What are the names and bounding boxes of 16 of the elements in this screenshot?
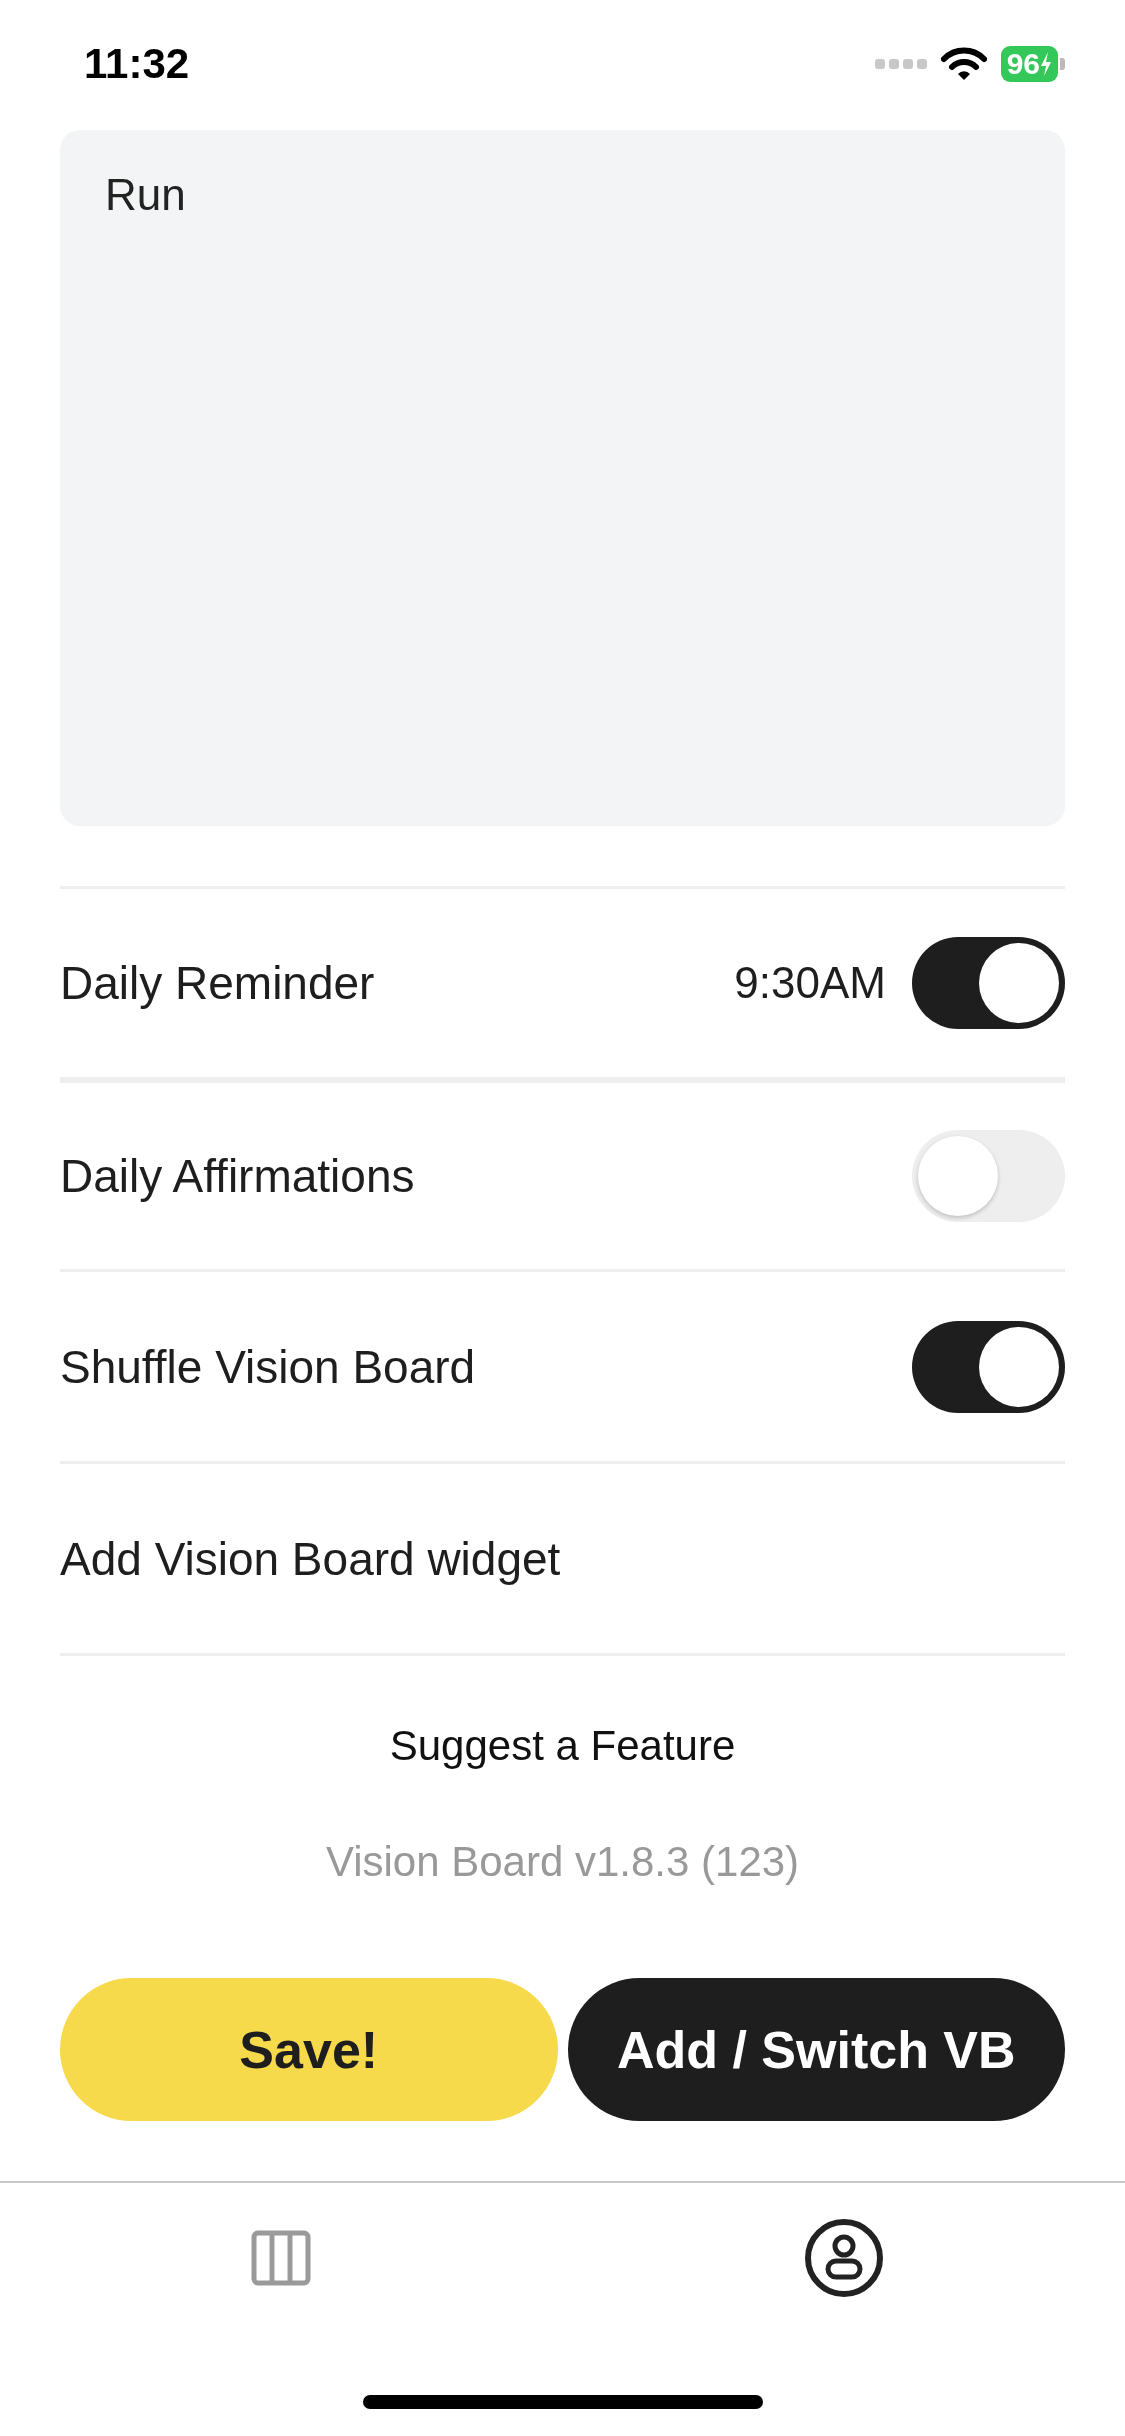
setting-label: Daily Reminder bbox=[60, 956, 375, 1010]
battery-indicator: 96 bbox=[1000, 46, 1065, 82]
columns-icon bbox=[251, 2230, 312, 2286]
reminder-time[interactable]: 9:30AM bbox=[734, 958, 886, 1008]
signal-icon bbox=[874, 57, 927, 71]
version-text: Vision Board v1.8.3 (123) bbox=[325, 1838, 800, 1885]
wifi-icon bbox=[940, 47, 987, 81]
profile-icon bbox=[803, 2218, 884, 2298]
setting-label: Daily Affirmations bbox=[60, 1149, 415, 1203]
goal-text-area[interactable]: Run bbox=[60, 130, 1065, 826]
status-time: 11:32 bbox=[84, 40, 190, 88]
save-button[interactable]: Save! bbox=[60, 1978, 558, 2121]
widget-link[interactable]: Add Vision Board widget bbox=[60, 1531, 561, 1586]
switch-board-button[interactable]: Add / Switch VB bbox=[567, 1978, 1065, 2121]
suggest-feature-link[interactable]: Suggest a Feature bbox=[389, 1722, 736, 1769]
setting-label: Shuffle Vision Board bbox=[60, 1339, 476, 1394]
